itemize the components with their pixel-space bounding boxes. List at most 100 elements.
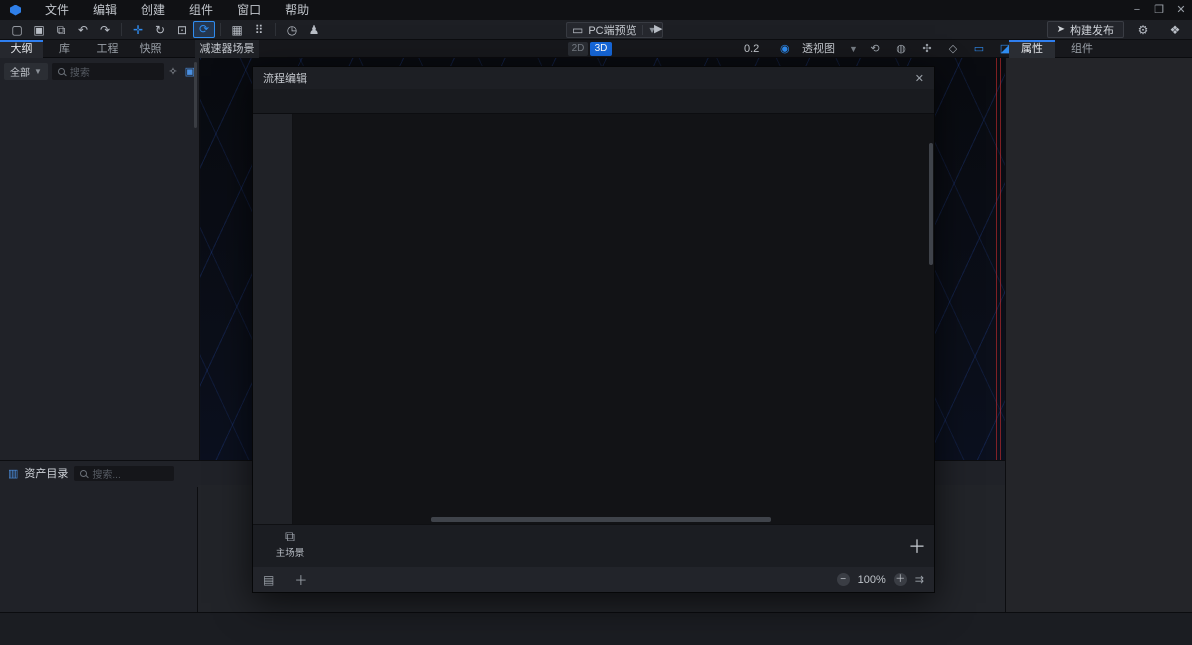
fullscreen-icon[interactable]: ❖ xyxy=(1164,21,1186,39)
projection-dropdown[interactable]: 透视图 ▼ xyxy=(802,40,858,58)
monitor-icon[interactable]: ▭ xyxy=(966,40,992,58)
main-toolbar: ▢ ▣ ⧉ ↶ ↷ ✛ ↻ ⊡ ⟳ ▦ ⠿ ◷ ♟ ▭ PC端预览 ▼ ▶ ➤ 构建发布 ⚙ ❖ xyxy=(0,20,1192,40)
undo-icon[interactable]: ↶ xyxy=(72,21,94,39)
organize-icon[interactable]: ⇉ xyxy=(915,573,924,586)
redo-icon[interactable]: ↷ xyxy=(94,21,116,39)
block-canvas[interactable] xyxy=(293,114,934,524)
status-bar xyxy=(0,612,1192,645)
build-publish-button[interactable]: ➤ 构建发布 xyxy=(1046,21,1124,38)
tab-组件[interactable]: 组件 xyxy=(1059,40,1105,58)
cube-icon[interactable]: ◇ xyxy=(940,40,966,58)
menu-item[interactable]: 创建 xyxy=(129,0,177,20)
pose-filter-icon[interactable]: ✧ xyxy=(168,65,177,78)
outline-scrollbar[interactable] xyxy=(194,62,197,128)
send-icon: ➤ xyxy=(1056,24,1065,35)
play-button[interactable]: ▶ xyxy=(654,22,662,35)
red-axis-line xyxy=(1000,58,1001,462)
search-icon xyxy=(57,67,65,75)
menu-item[interactable]: 组件 xyxy=(177,0,225,20)
plugin-icon[interactable]: ♟ xyxy=(303,21,325,39)
block-toolbox xyxy=(253,114,293,524)
tab-大纲[interactable]: 大纲 xyxy=(0,40,43,58)
preview-device-dropdown[interactable]: ▭ PC端预览 ▼ xyxy=(566,22,663,38)
flow-editor-dialog: 流程编辑 ✕ ⧉ 主场景 ＋ ▤ ＋ − 100% ＋ ⇉ xyxy=(252,66,935,593)
filter-dropdown[interactable]: 全部 ▼ xyxy=(4,62,48,80)
menu-item[interactable]: 帮助 xyxy=(273,0,321,20)
toolbar-separator xyxy=(121,23,122,36)
catalog-icon: ▥ xyxy=(8,467,19,480)
gizmo-icon[interactable]: ✣ xyxy=(914,40,940,58)
window-controls: − ❐ ✕ xyxy=(1126,0,1192,20)
main-scene-label: 主场景 xyxy=(275,548,305,559)
menu-bar: 文件 编辑 创建 组件 窗口 帮助 xyxy=(33,0,321,20)
asset-directory-tree xyxy=(0,487,198,612)
title-bar: 文件 编辑 创建 组件 窗口 帮助 − ❐ ✕ xyxy=(0,0,1192,20)
tab-属性[interactable]: 属性 xyxy=(1009,40,1055,58)
viewport-bar-icons: ⟲ ◍ ✣ ◇ ▭ ◪ xyxy=(862,40,1018,58)
save-all-icon[interactable]: ⧉ xyxy=(50,21,72,39)
tab-库[interactable]: 库 xyxy=(43,40,86,58)
grid-icon[interactable]: ▦ xyxy=(226,21,248,39)
tab-快照[interactable]: 快照 xyxy=(129,40,172,58)
scene-tab[interactable]: 减速器场景 xyxy=(195,40,259,58)
menu-item[interactable]: 文件 xyxy=(33,0,81,20)
add-scene-button[interactable]: ＋ xyxy=(908,533,926,559)
caret-down-icon: ▼ xyxy=(849,44,858,54)
mode-2d-toggle[interactable]: 2D xyxy=(568,42,588,56)
tab-工程[interactable]: 工程 xyxy=(86,40,129,58)
toolbar-separator xyxy=(275,23,276,36)
local-transform-icon[interactable]: ⟳ xyxy=(193,21,215,38)
history-icon[interactable]: ◷ xyxy=(281,21,303,39)
asset-search-input[interactable]: 搜索... xyxy=(74,465,175,481)
right-panel-tabs: 属性 组件 xyxy=(1005,40,1192,58)
outline-panel: 全部 ▼ 搜索 ✧ ▣ xyxy=(0,58,200,460)
globe-icon[interactable]: ◍ xyxy=(888,40,914,58)
search-placeholder: 搜索 xyxy=(69,67,90,79)
search-placeholder: 搜索... xyxy=(92,469,121,481)
video-camera-icon[interactable]: ◉ xyxy=(780,40,790,58)
snap-grid-icon[interactable]: ⠿ xyxy=(248,21,270,39)
canvas-horizontal-scrollbar[interactable] xyxy=(431,517,771,522)
zoom-level: 100% xyxy=(857,573,886,586)
build-publish-label: 构建发布 xyxy=(1070,24,1114,37)
main-scene-item[interactable]: ⧉ 主场景 xyxy=(263,528,317,559)
filter-label: 全部 xyxy=(10,67,30,79)
add-script-tab-button[interactable]: ＋ xyxy=(284,570,317,589)
canvas-vertical-scrollbar[interactable] xyxy=(929,143,933,265)
save-icon[interactable]: ▣ xyxy=(28,21,50,39)
asset-panel-title: 资产目录 xyxy=(24,468,69,480)
close-icon[interactable]: ✕ xyxy=(1170,0,1192,20)
red-axis-line xyxy=(996,58,997,462)
toolbar-separator xyxy=(220,23,221,36)
scale-icon[interactable]: ⊡ xyxy=(171,21,193,39)
dialog-footer: ⧉ 主场景 ＋ xyxy=(253,524,934,567)
prefab-icon: ⧉ xyxy=(285,528,295,544)
minimize-icon[interactable]: − xyxy=(1126,0,1148,20)
new-file-icon[interactable]: ▢ xyxy=(6,21,28,39)
dialog-title: 流程编辑 xyxy=(263,73,307,85)
restore-icon[interactable]: ❐ xyxy=(1148,0,1170,20)
monitor-icon: ▭ xyxy=(572,23,584,37)
menu-item[interactable]: 编辑 xyxy=(81,0,129,20)
mode-3d-toggle[interactable]: 3D xyxy=(590,42,612,56)
close-icon[interactable]: ✕ xyxy=(915,72,924,85)
settings-gear-icon[interactable]: ⚙ xyxy=(1132,21,1154,39)
rotate-icon[interactable]: ↻ xyxy=(149,21,171,39)
script-icon: ▤ xyxy=(263,572,275,587)
menu-item[interactable]: 窗口 xyxy=(225,0,273,20)
outline-filter-row: 全部 ▼ 搜索 ✧ ▣ xyxy=(0,58,199,84)
caret-down-icon: ▼ xyxy=(34,66,42,76)
projection-label: 透视图 xyxy=(802,43,835,55)
move-icon[interactable]: ✛ xyxy=(127,21,149,39)
scene-hierarchy-tree xyxy=(0,86,199,460)
zoom-out-button[interactable]: − xyxy=(836,573,850,586)
dialog-title-bar[interactable]: 流程编辑 ✕ xyxy=(253,67,934,89)
outline-search-input[interactable]: 搜索 xyxy=(51,62,165,80)
camera-switch-icon[interactable]: ⟲ xyxy=(862,40,888,58)
search-icon xyxy=(80,469,88,477)
panel-tab-row: 大纲库工程 快照 减速器场景 2D 3D 0.2 ◉ 透视图 ▼ ⟲ ◍ ✣ ◇ ▭ ◪ 属… xyxy=(0,40,1192,58)
toolbar-right: ➤ 构建发布 ⚙ ❖ xyxy=(1046,21,1192,39)
zoom-in-button[interactable]: ＋ xyxy=(893,573,907,586)
outline-header-icons: ✧ ▣ xyxy=(168,65,195,78)
preview-device-label: PC端预览 xyxy=(588,25,637,37)
